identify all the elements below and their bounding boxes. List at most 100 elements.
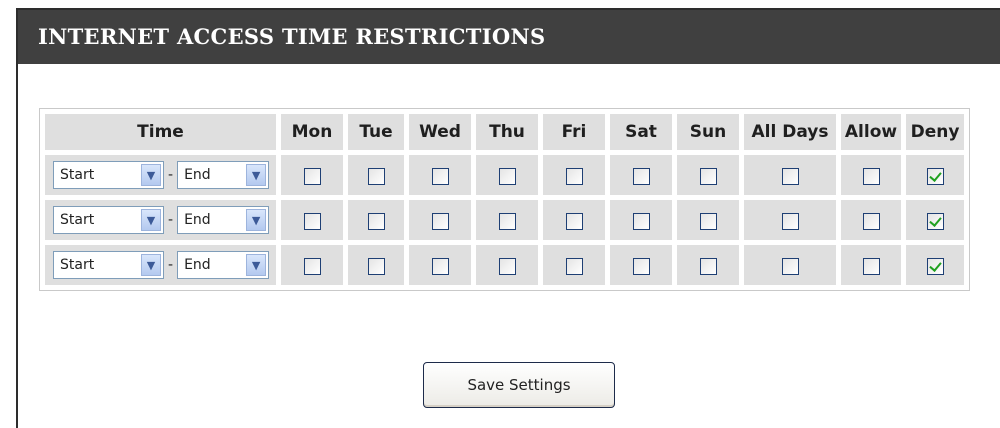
start-time-select[interactable]: Start ▼ <box>53 206 164 234</box>
deny-checkbox[interactable] <box>926 167 944 185</box>
thu-checkbox[interactable] <box>498 167 516 185</box>
all-days-cell <box>744 245 836 285</box>
fri-cell <box>543 200 605 240</box>
wed-cell <box>409 245 471 285</box>
column-header-thu: Thu <box>476 114 538 150</box>
deny-cell <box>906 245 964 285</box>
column-header-sun: Sun <box>677 114 739 150</box>
column-header-time: Time <box>45 114 276 150</box>
chevron-down-icon[interactable]: ▼ <box>246 164 267 186</box>
table-row: Start ▼ - End ▼ <box>45 200 964 240</box>
allow-checkbox[interactable] <box>862 257 880 275</box>
deny-checkbox[interactable] <box>926 212 944 230</box>
time-separator: - <box>168 212 174 228</box>
all-days-checkbox[interactable] <box>781 257 799 275</box>
column-header-deny: Deny <box>906 114 964 150</box>
sun-checkbox[interactable] <box>699 257 717 275</box>
start-time-value: Start <box>60 212 95 228</box>
start-time-value: Start <box>60 167 95 183</box>
fri-cell <box>543 155 605 195</box>
column-header-sat: Sat <box>610 114 672 150</box>
column-header-wed: Wed <box>409 114 471 150</box>
allow-checkbox[interactable] <box>862 212 880 230</box>
allow-cell <box>841 245 901 285</box>
tue-cell <box>348 245 404 285</box>
deny-cell <box>906 200 964 240</box>
mon-cell <box>281 155 343 195</box>
thu-checkbox[interactable] <box>498 257 516 275</box>
sun-cell <box>677 245 739 285</box>
end-time-value: End <box>184 257 211 273</box>
start-time-select[interactable]: Start ▼ <box>53 251 164 279</box>
mon-cell <box>281 245 343 285</box>
end-time-value: End <box>184 212 211 228</box>
save-settings-button[interactable]: Save Settings <box>423 362 615 408</box>
column-header-fri: Fri <box>543 114 605 150</box>
mon-checkbox[interactable] <box>303 167 321 185</box>
panel-title: INTERNET ACCESS TIME RESTRICTIONS <box>18 10 1000 64</box>
end-time-select[interactable]: End ▼ <box>177 161 270 189</box>
tue-checkbox[interactable] <box>367 212 385 230</box>
thu-cell <box>476 200 538 240</box>
table-header-row: Time Mon Tue Wed Thu Fri Sat Sun All Day… <box>45 114 964 150</box>
sat-checkbox[interactable] <box>632 257 650 275</box>
sat-checkbox[interactable] <box>632 212 650 230</box>
column-header-tue: Tue <box>348 114 404 150</box>
sun-cell <box>677 200 739 240</box>
tue-checkbox[interactable] <box>367 167 385 185</box>
chevron-down-icon[interactable]: ▼ <box>246 254 267 276</box>
sun-checkbox[interactable] <box>699 212 717 230</box>
thu-cell <box>476 155 538 195</box>
chevron-down-icon[interactable]: ▼ <box>141 209 161 231</box>
mon-checkbox[interactable] <box>303 212 321 230</box>
wed-checkbox[interactable] <box>431 212 449 230</box>
fri-checkbox[interactable] <box>565 257 583 275</box>
time-cell: Start ▼ - End ▼ <box>45 245 276 285</box>
tue-cell <box>348 155 404 195</box>
end-time-select[interactable]: End ▼ <box>177 206 270 234</box>
deny-cell <box>906 155 964 195</box>
all-days-cell <box>744 155 836 195</box>
all-days-cell <box>744 200 836 240</box>
time-cell: Start ▼ - End ▼ <box>45 155 276 195</box>
wed-cell <box>409 200 471 240</box>
tue-checkbox[interactable] <box>367 257 385 275</box>
fri-checkbox[interactable] <box>565 167 583 185</box>
all-days-checkbox[interactable] <box>781 212 799 230</box>
table-row: Start ▼ - End ▼ <box>45 245 964 285</box>
end-time-value: End <box>184 167 211 183</box>
fri-checkbox[interactable] <box>565 212 583 230</box>
thu-checkbox[interactable] <box>498 212 516 230</box>
chevron-down-icon[interactable]: ▼ <box>246 209 267 231</box>
all-days-checkbox[interactable] <box>781 167 799 185</box>
deny-checkbox[interactable] <box>926 257 944 275</box>
fri-cell <box>543 245 605 285</box>
schedule-table: Time Mon Tue Wed Thu Fri Sat Sun All Day… <box>39 108 970 291</box>
allow-checkbox[interactable] <box>862 167 880 185</box>
allow-cell <box>841 155 901 195</box>
time-restrictions-panel: INTERNET ACCESS TIME RESTRICTIONS Time M… <box>16 8 1000 428</box>
wed-cell <box>409 155 471 195</box>
wed-checkbox[interactable] <box>431 257 449 275</box>
column-header-all-days: All Days <box>744 114 836 150</box>
column-header-allow: Allow <box>841 114 901 150</box>
column-header-mon: Mon <box>281 114 343 150</box>
mon-checkbox[interactable] <box>303 257 321 275</box>
sat-cell <box>610 200 672 240</box>
sat-checkbox[interactable] <box>632 167 650 185</box>
start-time-select[interactable]: Start ▼ <box>53 161 164 189</box>
chevron-down-icon[interactable]: ▼ <box>141 254 161 276</box>
wed-checkbox[interactable] <box>431 167 449 185</box>
time-cell: Start ▼ - End ▼ <box>45 200 276 240</box>
end-time-select[interactable]: End ▼ <box>177 251 270 279</box>
start-time-value: Start <box>60 257 95 273</box>
thu-cell <box>476 245 538 285</box>
chevron-down-icon[interactable]: ▼ <box>141 164 161 186</box>
time-separator: - <box>168 167 174 183</box>
time-separator: - <box>168 257 174 273</box>
table-row: Start ▼ - End ▼ <box>45 155 964 195</box>
sat-cell <box>610 155 672 195</box>
sun-checkbox[interactable] <box>699 167 717 185</box>
sun-cell <box>677 155 739 195</box>
mon-cell <box>281 200 343 240</box>
